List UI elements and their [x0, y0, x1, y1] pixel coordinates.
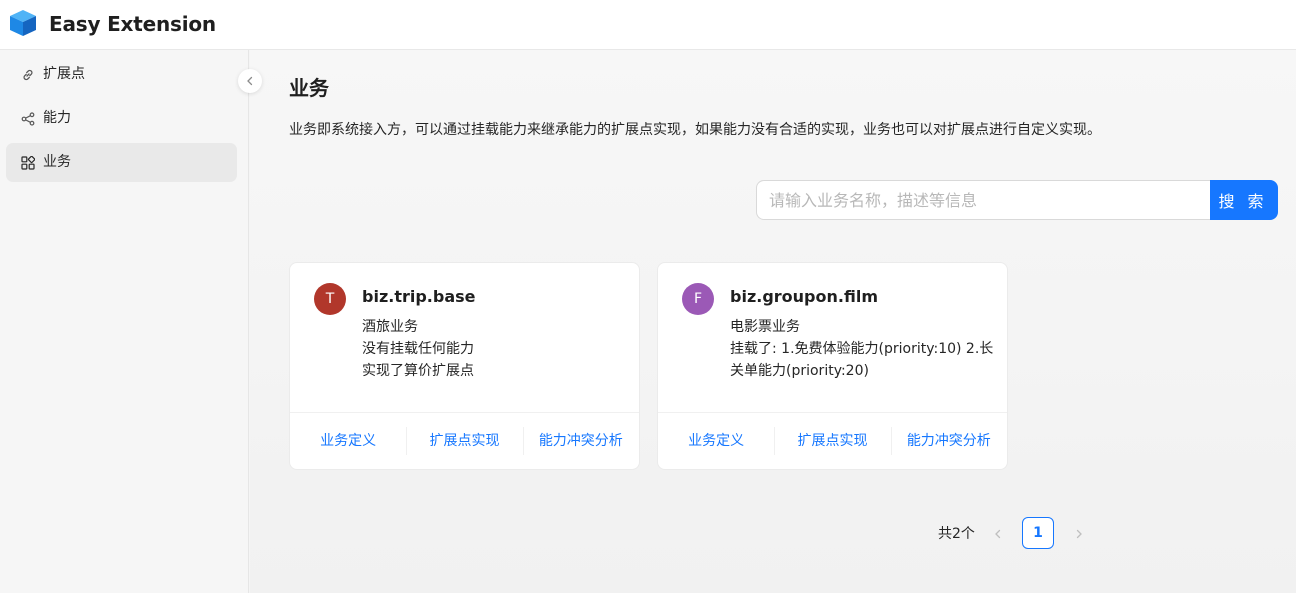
app-title: Easy Extension [49, 12, 216, 36]
pagination-page-current[interactable]: 1 [1022, 517, 1054, 549]
business-card: T biz.trip.base 酒旅业务 没有挂载任何能力 实现了算价扩展点 业… [289, 262, 640, 470]
card-description-line: 酒旅业务 [362, 319, 418, 335]
appstore-icon [21, 156, 35, 170]
sidebar-item-label: 能力 [43, 110, 71, 126]
business-definition-link[interactable]: 业务定义 [290, 413, 406, 469]
card-description-line: 挂载了: 1.免费体验能力(priority:10) 2.长 [730, 341, 994, 357]
extension-implementation-link[interactable]: 扩展点实现 [774, 413, 890, 469]
link-icon [23, 69, 33, 81]
sidebar-collapse-button[interactable] [238, 69, 262, 93]
top-bar: Easy Extension [0, 0, 1296, 50]
sidebar-item-label: 业务 [43, 154, 71, 170]
sidebar-item-abilities[interactable]: 能力 [6, 99, 237, 138]
page-title: 业务 [289, 76, 329, 100]
card-actions: 业务定义 扩展点实现 能力冲突分析 [658, 412, 1007, 469]
search-input[interactable] [756, 180, 1211, 220]
pagination-total: 共2个 [938, 526, 975, 542]
sidebar-item-label: 扩展点 [43, 66, 85, 82]
sidebar: 扩展点 能力 业务 [0, 50, 249, 593]
sidebar-item-extension-points[interactable]: 扩展点 [6, 55, 237, 94]
sidebar-item-business[interactable]: 业务 [6, 143, 237, 182]
card-description-line: 电影票业务 [730, 319, 800, 335]
share-icon [21, 112, 35, 126]
card-description: 电影票业务 挂载了: 1.免费体验能力(priority:10) 2.长 关单能… [730, 316, 994, 382]
card-description-line: 没有挂载任何能力 [362, 341, 474, 357]
card-description-line: 实现了算价扩展点 [362, 363, 474, 379]
card-title: biz.trip.base [362, 287, 476, 306]
ability-conflict-analysis-link[interactable]: 能力冲突分析 [522, 413, 639, 469]
avatar: T [314, 283, 346, 315]
search-button[interactable]: 搜 索 [1210, 180, 1278, 220]
business-definition-link[interactable]: 业务定义 [658, 413, 774, 469]
cube-logo-icon [10, 10, 36, 36]
chevron-left-icon [247, 76, 253, 86]
chevron-left-icon[interactable] [991, 527, 1005, 541]
chevron-right-icon[interactable] [1072, 527, 1086, 541]
card-actions: 业务定义 扩展点实现 能力冲突分析 [290, 412, 639, 469]
extension-implementation-link[interactable]: 扩展点实现 [406, 413, 522, 469]
card-title: biz.groupon.film [730, 287, 878, 306]
business-card: F biz.groupon.film 电影票业务 挂载了: 1.免费体验能力(p… [657, 262, 1008, 470]
page-description: 业务即系统接入方，可以通过挂载能力来继承能力的扩展点实现，如果能力没有合适的实现… [289, 122, 1101, 138]
card-description: 酒旅业务 没有挂载任何能力 实现了算价扩展点 [362, 316, 617, 382]
card-description-line: 关单能力(priority:20) [730, 363, 869, 379]
ability-conflict-analysis-link[interactable]: 能力冲突分析 [890, 413, 1007, 469]
avatar: F [682, 283, 714, 315]
main-content: 业务 业务即系统接入方，可以通过挂载能力来继承能力的扩展点实现，如果能力没有合适… [250, 50, 1296, 593]
